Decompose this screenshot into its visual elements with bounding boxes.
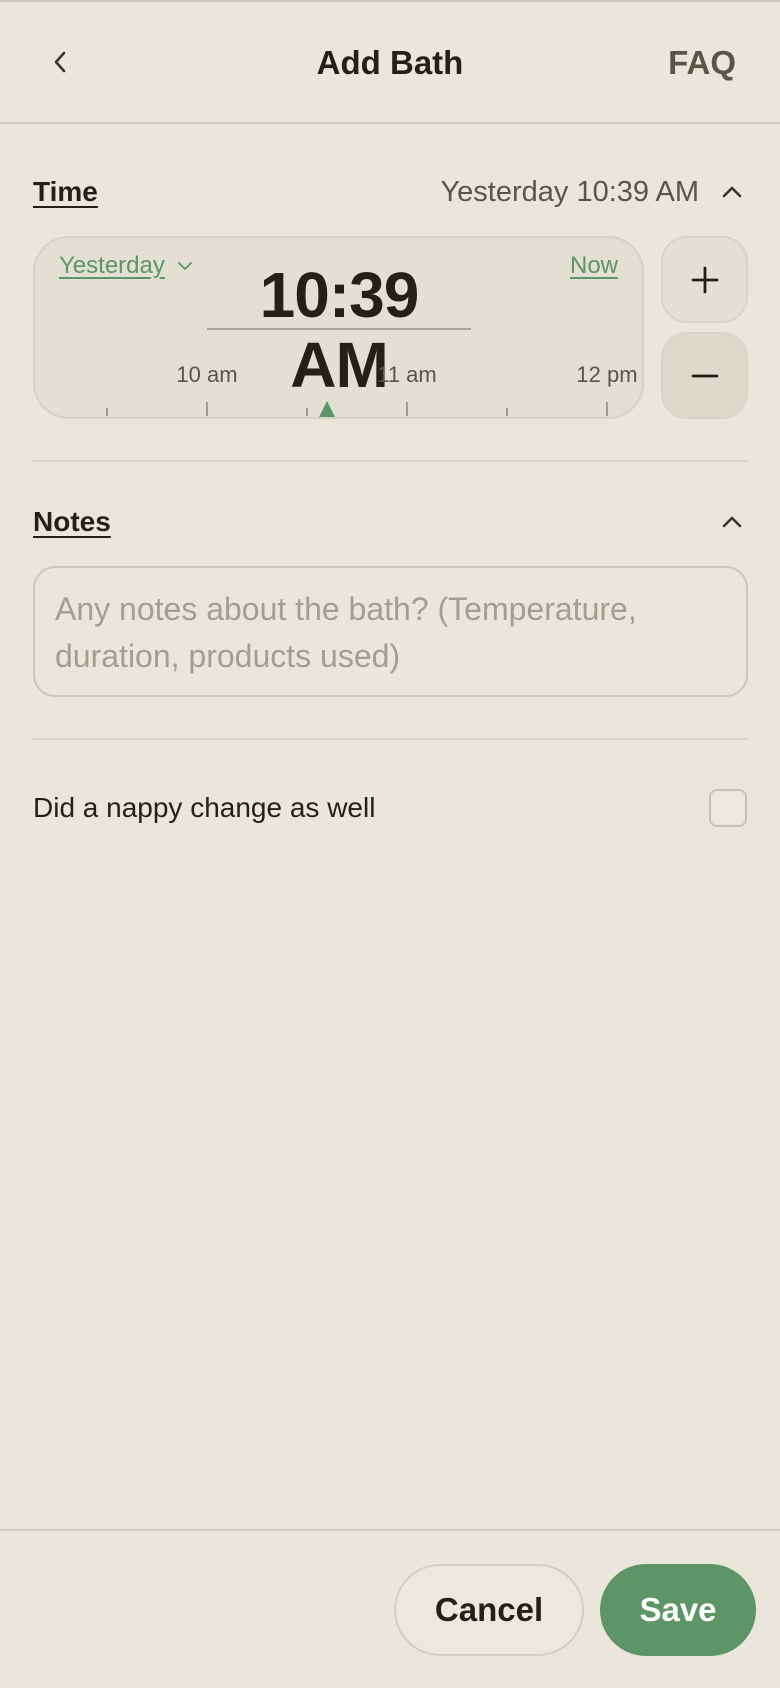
now-button[interactable]: Now [570,252,618,280]
chevron-up-icon[interactable] [717,507,747,537]
timeline-ticks [35,392,608,416]
chevron-down-icon [177,262,192,270]
time-section-title[interactable]: Time [33,176,98,208]
time-summary: Yesterday 10:39 AM [440,175,700,208]
notes-section-title[interactable]: Notes [33,506,111,538]
page-title: Add Bath [316,44,464,81]
time-value-field[interactable]: 10:39 AM [207,260,471,400]
notes-textarea[interactable] [33,566,748,697]
timeline-label-10am: 10 am [176,362,237,387]
decrement-time-button[interactable] [661,332,748,419]
section-divider [33,460,747,462]
add-bath-screen: Add Bath FAQ Time Yesterday 10:39 AM Yes… [0,0,780,1688]
nappy-change-label: Did a nappy change as well [33,792,376,823]
top-bar: Add Bath FAQ [0,0,780,124]
cancel-button[interactable]: Cancel [394,1564,584,1656]
timeline-label-11am: 11 am [377,362,437,387]
increment-time-button[interactable] [661,236,748,323]
faq-link[interactable]: FAQ [668,44,736,82]
notes-section-header: Notes [33,502,747,542]
time-picker-card: Yesterday Now 10:39 AM 10 am 11 am 12 pm [33,236,644,419]
timeline-marker-icon [319,401,335,417]
timeline-label-12pm: 12 pm [576,362,637,387]
minus-icon [691,374,718,377]
nappy-change-checkbox[interactable] [709,789,747,827]
nappy-change-row: Did a nappy change as well [33,788,747,828]
plus-icon [691,266,718,293]
day-dropdown[interactable]: Yesterday [59,252,193,280]
section-divider [33,738,747,740]
chevron-up-icon[interactable] [717,177,747,207]
time-section-header: Time Yesterday 10:39 AM [33,172,747,212]
day-dropdown-label: Yesterday [59,252,165,279]
save-button[interactable]: Save [600,1564,756,1656]
footer-bar: Cancel Save [0,1529,780,1688]
time-summary-group[interactable]: Yesterday 10:39 AM [441,176,748,209]
timeline-scrubber[interactable]: 10 am 11 am 12 pm [35,356,644,419]
